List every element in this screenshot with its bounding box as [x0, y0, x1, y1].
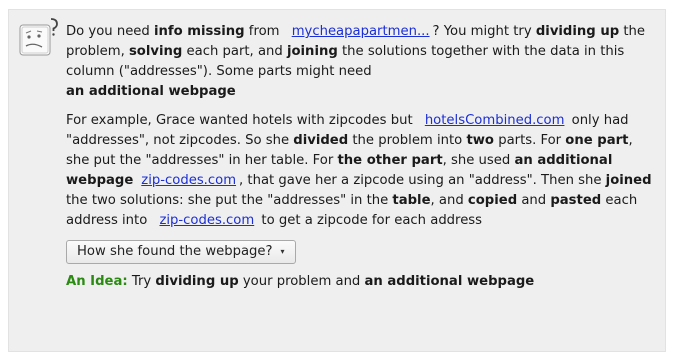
zip-codes-link-2[interactable]: zip-codes.com [159, 213, 254, 228]
intro-paragraph: Do you need info missing from mycheapapa… [66, 24, 645, 99]
zip-codes-link[interactable]: zip-codes.com [141, 173, 236, 188]
dropdown-label: How she found the webpage? [77, 244, 273, 259]
chevron-down-icon: ▾ [280, 247, 285, 256]
example-paragraph: For example, Grace wanted hotels with zi… [66, 113, 652, 228]
idea-line: An Idea: Try dividing up your problem an… [66, 274, 535, 289]
idea-label: An Idea: [66, 274, 128, 289]
source-site-link[interactable]: mycheapapartmen... [292, 24, 430, 39]
hotelscombined-link[interactable]: hotelsCombined.com [425, 113, 565, 128]
suggestion-panel: Do you need info missing from mycheapapa… [8, 9, 666, 352]
confused-face-question-icon [17, 16, 61, 60]
how-found-dropdown[interactable]: How she found the webpage? ▾ [66, 240, 296, 264]
suggestion-content: Do you need info missing from mycheapapa… [66, 22, 660, 292]
